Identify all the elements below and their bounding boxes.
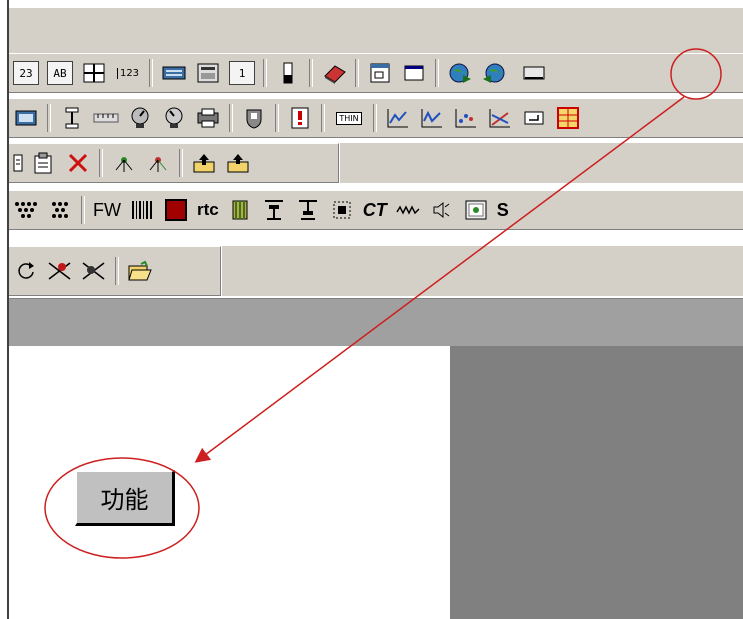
slider-icon[interactable] bbox=[273, 58, 303, 88]
text-123-icon[interactable]: 23 bbox=[11, 58, 41, 88]
separator bbox=[81, 196, 85, 224]
separator bbox=[229, 104, 233, 132]
list-icon[interactable] bbox=[11, 148, 25, 178]
scatter-chart-icon[interactable] bbox=[451, 103, 481, 133]
toolbar-objects: FW rtc CT S bbox=[9, 190, 743, 230]
button-control-icon[interactable] bbox=[519, 58, 549, 88]
toolbar-controls: 23 AB 123 1 bbox=[9, 53, 743, 93]
separator bbox=[263, 59, 267, 87]
database-icon[interactable] bbox=[225, 195, 255, 225]
speaker-icon[interactable] bbox=[427, 195, 457, 225]
s-button[interactable]: S bbox=[493, 195, 513, 225]
wave-icon[interactable] bbox=[393, 195, 423, 225]
separator bbox=[355, 59, 359, 87]
toolbar-devices: THIN bbox=[9, 98, 743, 138]
dots-grid-icon[interactable] bbox=[45, 195, 75, 225]
export-icon[interactable] bbox=[223, 148, 253, 178]
table-icon[interactable] bbox=[553, 103, 583, 133]
separator bbox=[435, 59, 439, 87]
separator bbox=[115, 257, 119, 285]
connect-icon[interactable] bbox=[45, 256, 75, 286]
properties-icon[interactable] bbox=[29, 148, 59, 178]
target-box-icon[interactable] bbox=[327, 195, 357, 225]
tower-icon[interactable] bbox=[57, 103, 87, 133]
printer-icon[interactable] bbox=[193, 103, 223, 133]
window-icon[interactable] bbox=[399, 58, 429, 88]
grid-icon[interactable] bbox=[79, 58, 109, 88]
display-icon[interactable] bbox=[11, 103, 41, 133]
network-alt-icon[interactable] bbox=[143, 148, 173, 178]
enter-icon[interactable] bbox=[519, 103, 549, 133]
separator bbox=[149, 59, 153, 87]
align-bottom-icon[interactable] bbox=[293, 195, 323, 225]
trend-chart-alt-icon[interactable] bbox=[417, 103, 447, 133]
toolbar-empty-area bbox=[340, 143, 743, 183]
image-icon[interactable] bbox=[461, 195, 491, 225]
gauge-icon[interactable] bbox=[125, 103, 155, 133]
separator bbox=[309, 59, 313, 87]
thing-icon[interactable]: THIN bbox=[331, 103, 367, 133]
trend-chart-icon[interactable] bbox=[383, 103, 413, 133]
shield-icon[interactable] bbox=[239, 103, 269, 133]
ct-button[interactable]: CT bbox=[359, 195, 391, 225]
toolbar-edit bbox=[9, 143, 339, 183]
barcode-icon[interactable] bbox=[127, 195, 157, 225]
eraser-icon[interactable] bbox=[319, 58, 349, 88]
fw-button[interactable]: FW bbox=[89, 195, 125, 225]
red-square-icon[interactable] bbox=[161, 195, 191, 225]
toolbar-empty-area bbox=[222, 246, 743, 296]
delete-x-icon[interactable] bbox=[63, 148, 93, 178]
separator bbox=[275, 104, 279, 132]
ruler-strip bbox=[9, 298, 743, 347]
import-icon[interactable] bbox=[189, 148, 219, 178]
rtc-button[interactable]: rtc bbox=[193, 195, 223, 225]
rotate-icon[interactable] bbox=[11, 256, 41, 286]
toolbar-links bbox=[9, 246, 221, 296]
separator bbox=[179, 149, 183, 177]
dots-pattern-icon[interactable] bbox=[11, 195, 41, 225]
alarm-doc-icon[interactable] bbox=[285, 103, 315, 133]
open-folder-icon[interactable] bbox=[125, 256, 155, 286]
canvas-outside-area bbox=[450, 346, 743, 619]
xy-chart-icon[interactable] bbox=[485, 103, 515, 133]
keyboard-icon[interactable] bbox=[159, 58, 189, 88]
separator bbox=[321, 104, 325, 132]
window-frame-icon[interactable] bbox=[365, 58, 395, 88]
align-top-icon[interactable] bbox=[259, 195, 289, 225]
ruler-icon[interactable] bbox=[91, 103, 121, 133]
globe-forward-icon[interactable] bbox=[445, 58, 475, 88]
network-icon[interactable] bbox=[109, 148, 139, 178]
text-ab-icon[interactable]: AB bbox=[45, 58, 75, 88]
separator bbox=[373, 104, 377, 132]
screenshot: 23 AB 123 1 THIN FW rtc CT S 功能 bbox=[0, 0, 743, 619]
disconnect-icon[interactable] bbox=[79, 256, 109, 286]
number-1-icon[interactable]: 1 bbox=[227, 58, 257, 88]
gauge-alt-icon[interactable] bbox=[159, 103, 189, 133]
function-button[interactable]: 功能 bbox=[75, 470, 175, 526]
separator bbox=[47, 104, 51, 132]
window-top-area bbox=[9, 8, 743, 54]
globe-back-icon[interactable] bbox=[479, 58, 509, 88]
separator bbox=[99, 149, 103, 177]
number-123-icon[interactable]: 123 bbox=[113, 58, 143, 88]
calculator-icon[interactable] bbox=[193, 58, 223, 88]
